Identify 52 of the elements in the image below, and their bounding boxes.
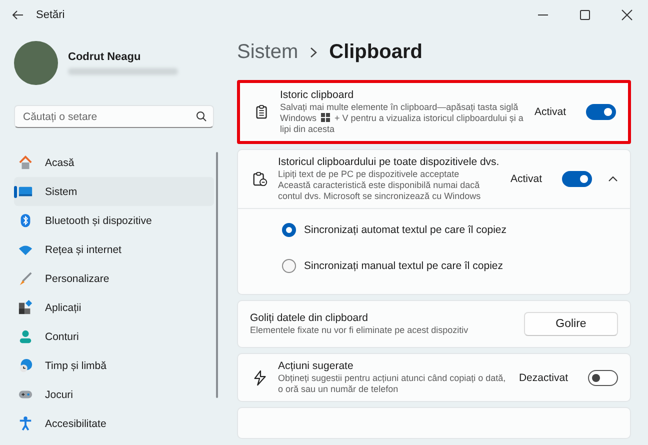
radio-button[interactable] [282,223,296,237]
setting-description: Lipiți text de pe PC pe dispozitivele acceptate [278,169,460,180]
bluetooth-icon [18,213,33,228]
house-icon [18,155,33,170]
window-title: Setări [36,9,66,21]
toggle-switch[interactable] [588,370,618,386]
radio-label[interactable]: Sincronizați manual textul pe care îl copiez [304,260,504,272]
nav-item[interactable]: Jocuri [14,380,214,409]
nav-item[interactable]: Accesibilitate [14,409,214,438]
nav-item[interactable]: Aplicații [14,293,214,322]
setting-title: Istoricul clipboardului pe toate dispozitivele dvs. [278,156,500,168]
nav-item[interactable]: Personalizare [14,264,214,293]
nav-item[interactable]: Conturi [14,322,214,351]
radio-button[interactable] [282,259,296,273]
clipboard-sync-icon [252,171,268,187]
nav-item[interactable]: Rețea și internet [14,235,214,264]
nav-item[interactable]: Bluetooth și dispozitive [14,206,214,235]
monitor-icon [18,184,33,199]
toggle-switch[interactable] [586,104,616,120]
user-name: Codrut Neagu [68,51,142,63]
apps-icon [18,300,33,315]
breadcrumb-link[interactable]: Sistem [237,40,298,64]
person-icon [18,329,33,344]
setting-description: Obțineți sugestii pentru acțiuni atunci când copiați o dată, o oră sau un număr de telefon [278,373,507,395]
nav-item[interactable]: Acasă [14,148,214,177]
toggle-switch[interactable] [562,171,592,187]
setting-description: Salvați mai multe elemente în clipboard—apăsați tasta siglă Windows + V pentru a vizualiza istoricul clipboardului și a lipi din acesta [280,102,524,135]
setting-description: Elementele fixate nu vor fi eliminate pe acest dispozitiv [250,325,470,336]
state-label: Dezactivat [518,372,568,384]
nav-item[interactable]: Timp și limbă [14,351,214,380]
nav-item[interactable]: Sistem [14,177,214,206]
chevron-right-icon [310,46,318,58]
state-label: Activat [534,106,566,118]
back-arrow-icon[interactable] [12,10,24,20]
setting-title: Acțiuni sugerate [278,360,354,372]
page-title: Clipboard [329,40,422,64]
globe-clock-icon [18,358,33,373]
setting-title: Istoric clipboard [280,89,355,101]
search-icon [196,111,207,122]
state-label: Activat [510,173,542,185]
avatar-placeholder [14,41,58,85]
search-field[interactable]: Căutați o setare [14,105,214,128]
setting-note: Această caracteristică este disponibilă numai dacă contul dvs. Microsoft se sincronizează cu Windows [278,180,482,202]
clear-button[interactable]: Golire [524,312,618,336]
setting-title: Goliți datele din clipboard [250,312,369,324]
clipboard-list-icon [254,104,270,120]
windows-logo-icon [321,113,330,122]
accessibility-icon [18,416,33,431]
radio-label[interactable]: Sincronizați automat textul pe care îl copiez [304,224,507,236]
chevron-icon[interactable] [608,174,618,184]
lightning-icon [252,370,268,386]
brush-icon [18,271,33,286]
